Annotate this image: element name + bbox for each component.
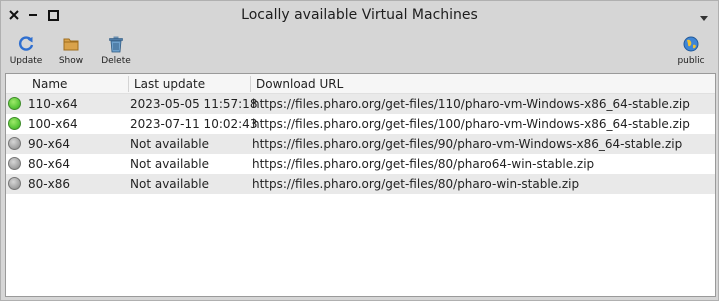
globe-icon: [683, 36, 699, 52]
column-header-last-update[interactable]: Last update: [134, 77, 205, 91]
vm-manager-window: Locally available Virtual Machines Updat…: [0, 0, 719, 301]
vm-last-update: Not available: [130, 177, 210, 191]
table-row[interactable]: 90-x64 Not available https://files.pharo…: [6, 134, 715, 154]
window-menu-icon[interactable]: [698, 9, 710, 21]
table-row[interactable]: 110-x64 2023-05-05 11:57:18 https://file…: [6, 94, 715, 114]
vm-download-url: https://files.pharo.org/get-files/110/ph…: [252, 97, 690, 111]
show-label: Show: [58, 56, 84, 66]
status-unavailable-icon: [8, 177, 21, 190]
table-header: Name Last update Download URL: [6, 74, 715, 94]
status-unavailable-icon: [8, 137, 21, 150]
window-title: Locally available Virtual Machines: [241, 7, 478, 23]
update-button[interactable]: Update: [4, 33, 48, 69]
column-header-name[interactable]: Name: [32, 77, 67, 91]
status-unavailable-icon: [8, 157, 21, 170]
vm-download-url: https://files.pharo.org/get-files/80/pha…: [252, 157, 595, 171]
toolbar: Update Show Delete public: [1, 33, 718, 71]
delete-button[interactable]: Delete: [94, 33, 138, 69]
vm-last-update: Not available: [130, 137, 210, 151]
vm-download-url: https://files.pharo.org/get-files/100/ph…: [252, 117, 690, 131]
vm-name: 80-x86: [28, 177, 70, 191]
vm-last-update: 2023-05-05 11:57:18: [130, 97, 258, 111]
trash-icon: [109, 36, 123, 53]
vm-download-url: https://files.pharo.org/get-files/90/pha…: [252, 137, 683, 151]
vm-name: 100-x64: [28, 117, 78, 131]
refresh-icon: [19, 36, 34, 51]
public-button[interactable]: public: [669, 33, 713, 69]
vm-table: Name Last update Download URL 110-x64 20…: [5, 73, 716, 297]
table-row[interactable]: 80-x64 Not available https://files.pharo…: [6, 154, 715, 174]
column-divider[interactable]: [250, 76, 251, 92]
show-button[interactable]: Show: [49, 33, 93, 69]
status-available-icon: [8, 97, 21, 110]
public-label: public: [677, 56, 705, 66]
vm-name: 90-x64: [28, 137, 70, 151]
table-row[interactable]: 100-x64 2023-07-11 10:02:43 https://file…: [6, 114, 715, 134]
column-divider[interactable]: [128, 76, 129, 92]
table-row[interactable]: 80-x86 Not available https://files.pharo…: [6, 174, 715, 194]
column-header-download-url[interactable]: Download URL: [256, 77, 343, 91]
vm-last-update: 2023-07-11 10:02:43: [130, 117, 258, 131]
vm-download-url: https://files.pharo.org/get-files/80/pha…: [252, 177, 580, 191]
vm-name: 80-x64: [28, 157, 70, 171]
folder-icon: [63, 38, 79, 51]
status-available-icon: [8, 117, 21, 130]
vm-last-update: Not available: [130, 157, 210, 171]
update-label: Update: [9, 56, 43, 66]
title-bar: Locally available Virtual Machines: [1, 1, 718, 31]
vm-name: 110-x64: [28, 97, 78, 111]
delete-label: Delete: [101, 56, 131, 66]
